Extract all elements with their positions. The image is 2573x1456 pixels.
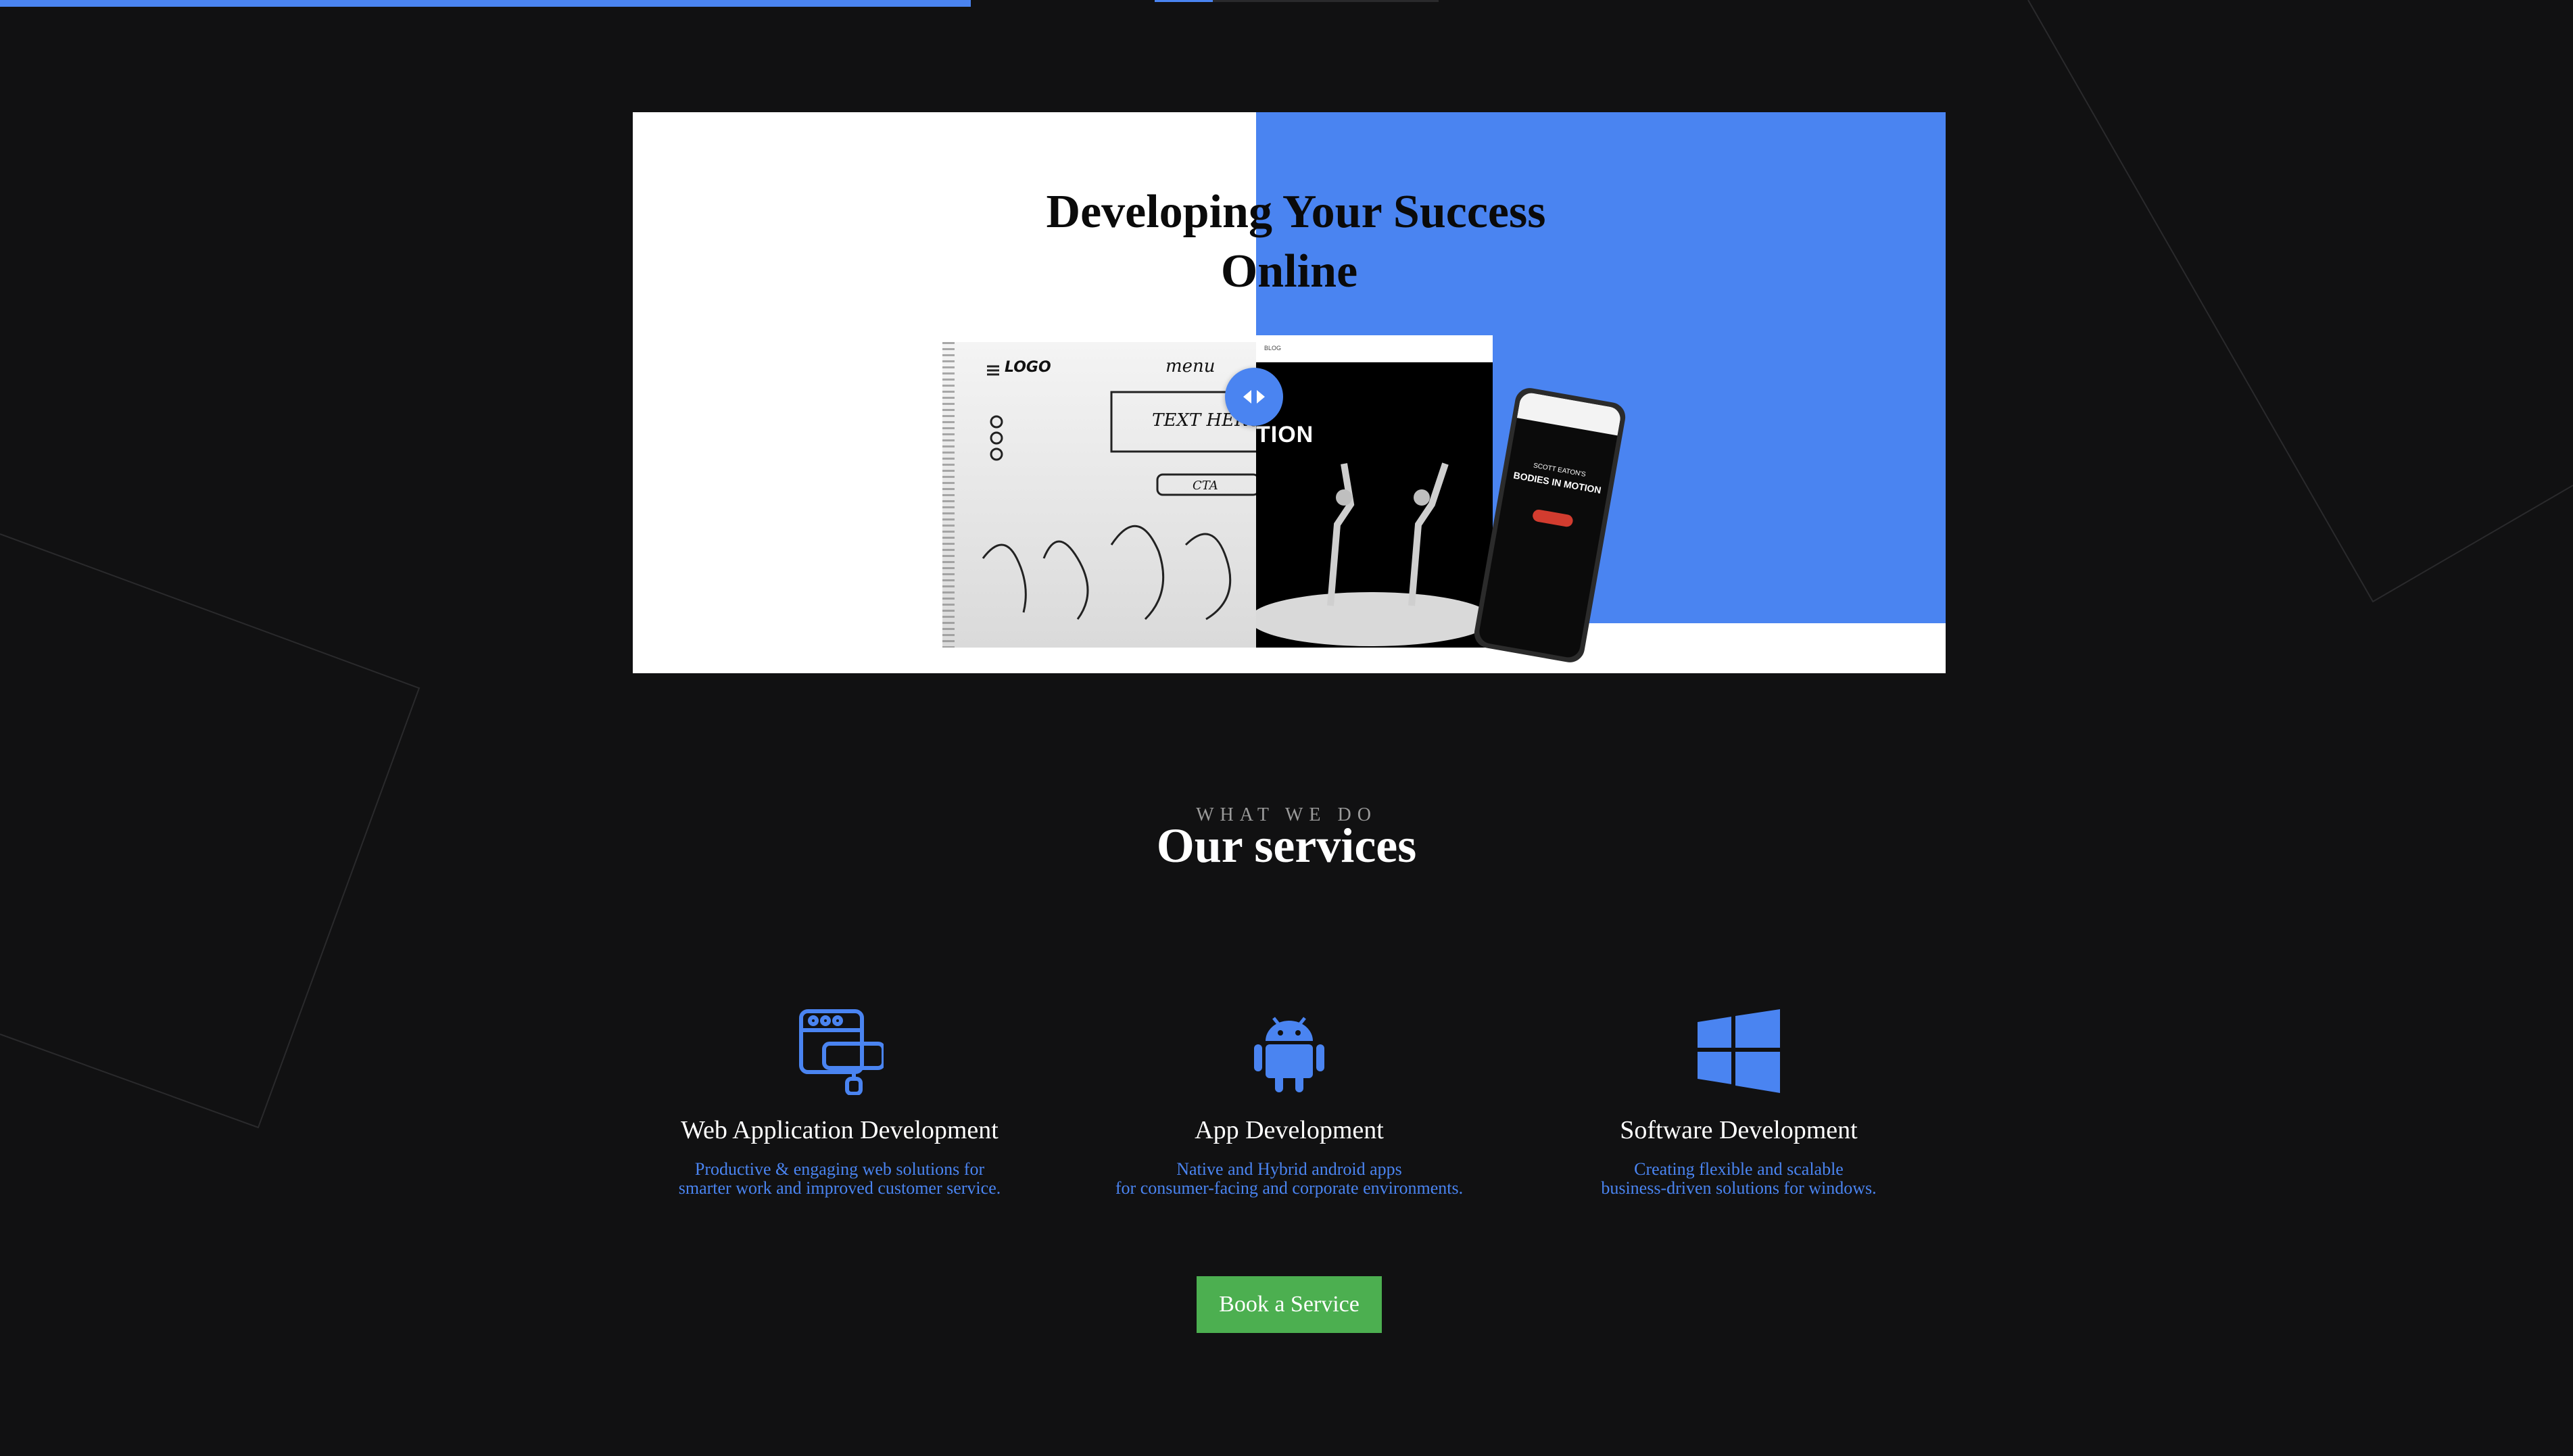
- scroll-progress-bar: [0, 0, 971, 7]
- arrow-right-icon: [1257, 390, 1265, 404]
- comparison-slider-handle[interactable]: [1225, 368, 1283, 426]
- windows-icon: [1698, 1009, 1780, 1093]
- web-development-icon: [799, 1009, 884, 1095]
- service-title: Software Development: [1620, 1116, 1858, 1144]
- sketch-drawing: LOGO menu TEXT HERO CTA: [982, 356, 1257, 621]
- wireframe-sketch-image: LOGO menu TEXT HERO CTA: [942, 342, 1257, 648]
- service-title: App Development: [1195, 1116, 1384, 1144]
- slider-indicator-active[interactable]: [1155, 0, 1213, 2]
- phone-mockup-button: [1531, 508, 1574, 528]
- android-icon: [1254, 1017, 1324, 1092]
- book-service-button[interactable]: Book a Service: [1197, 1276, 1382, 1333]
- dancers-image: [1256, 462, 1493, 646]
- arrow-left-icon: [1243, 390, 1251, 404]
- section-title: Our services: [1156, 819, 1417, 873]
- service-card-web: Web Application Development Productive &…: [617, 1007, 1063, 1198]
- service-description: Native and Hybrid android apps for consu…: [1115, 1159, 1464, 1198]
- svg-text:CTA: CTA: [1193, 479, 1218, 493]
- hero-title: Developing Your Success Online: [633, 183, 1946, 301]
- website-mockup-image: BLOG TION: [1256, 335, 1493, 648]
- hero-comparison: Developing Your Success Online LOGO menu…: [633, 112, 1946, 673]
- service-title: Web Application Development: [681, 1116, 999, 1144]
- service-card-app: App Development Native and Hybrid androi…: [1066, 1007, 1512, 1198]
- svg-text:menu: menu: [1165, 356, 1216, 377]
- hero-title-line2: Online: [1220, 245, 1358, 297]
- service-description: Productive & engaging web solutions for …: [678, 1159, 1001, 1198]
- svg-text:LOGO: LOGO: [1005, 359, 1051, 376]
- service-description: Creating flexible and scalable business-…: [1601, 1159, 1877, 1198]
- hero-title-line1: Developing Your Success: [1046, 186, 1546, 238]
- service-card-software: Software Development Creating flexible a…: [1516, 1007, 1962, 1198]
